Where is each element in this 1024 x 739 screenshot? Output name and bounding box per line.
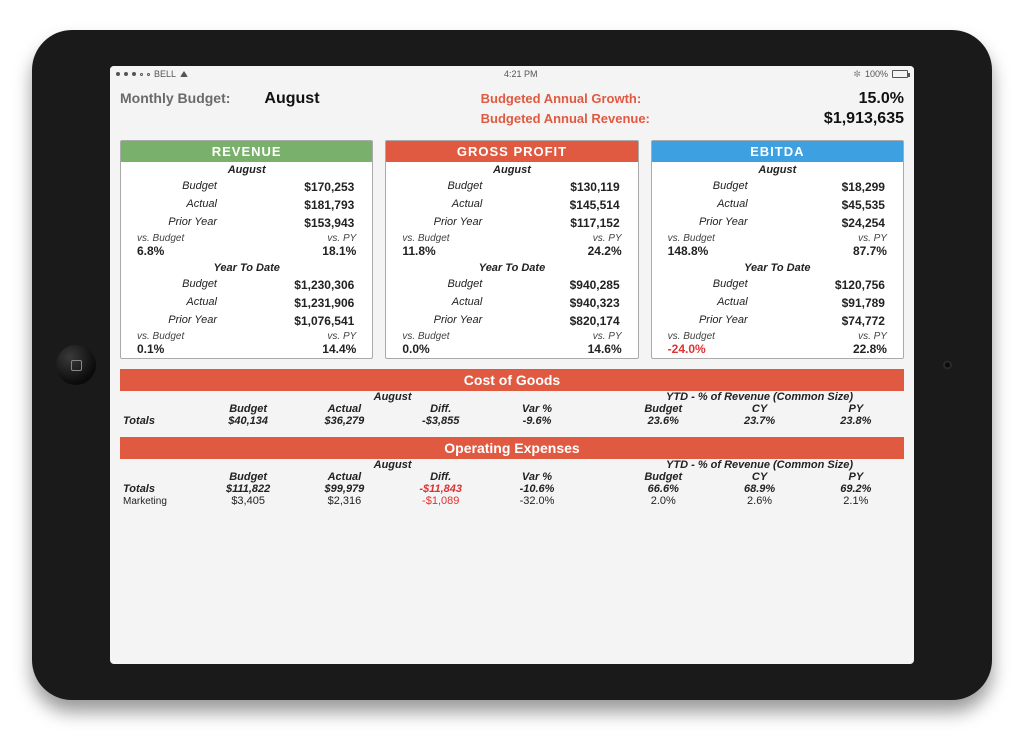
gp-y-actual: $940,323	[570, 296, 620, 310]
annual-revenue-label: Budgeted Annual Revenue:	[481, 111, 650, 126]
opex-banner: Operating Expenses	[120, 437, 904, 459]
gp-y-py: $820,174	[570, 314, 620, 328]
rev-m-vbudget: 6.8%	[137, 244, 164, 258]
rev-y-actual: $1,231,906	[294, 296, 354, 310]
screen: BELL 4:21 PM ✼ 100% Monthly Budget: Augu…	[110, 66, 914, 664]
eb-m-vbudget: 148.8%	[668, 244, 709, 258]
opex-columns: Budget Actual Diff. Var % Budget CY PY	[120, 471, 904, 483]
bluetooth-icon: ✼	[853, 69, 861, 80]
carrier: BELL	[154, 69, 176, 79]
cogs-cy: 23.7%	[711, 415, 807, 427]
gp-m-actual: $145,514	[570, 198, 620, 212]
annual-revenue-value: $1,913,635	[824, 110, 904, 128]
gp-y-vbudget: 0.0%	[402, 342, 429, 356]
rev-y-vpy: 14.4%	[322, 342, 356, 356]
cogs-budget: $40,134	[200, 415, 296, 427]
summary-cards: REVENUE August Budget$170,253 Actual$181…	[120, 140, 904, 359]
month-value: August	[264, 90, 319, 108]
status-time: 4:21 PM	[504, 69, 538, 79]
eb-y-vbudget: -24.0%	[668, 342, 706, 356]
opex-cy: 68.9%	[711, 483, 807, 495]
ipad-frame: BELL 4:21 PM ✼ 100% Monthly Budget: Augu…	[32, 30, 992, 700]
opex-diff: -$11,843	[393, 483, 489, 495]
card-period: August	[121, 162, 372, 178]
rev-m-vpy: 18.1%	[322, 244, 356, 258]
battery-icon	[892, 70, 908, 78]
opex-row-marketing: Marketing $3,405 $2,316 -$1,089 -32.0% 2…	[120, 495, 904, 507]
eb-y-budget: $120,756	[835, 278, 885, 292]
cogs-py: 23.8%	[808, 415, 904, 427]
opex-budget: $111,822	[200, 483, 296, 495]
opex-b2: 66.6%	[615, 483, 711, 495]
page-title: Monthly Budget:	[120, 90, 230, 106]
cogs-banner: Cost of Goods	[120, 369, 904, 391]
card-ebitda-title: EBITDA	[652, 141, 903, 162]
eb-m-actual: $45,535	[842, 198, 885, 212]
status-bar: BELL 4:21 PM ✼ 100%	[110, 66, 914, 82]
cogs-b2: 23.6%	[615, 415, 711, 427]
growth-value: 15.0%	[859, 90, 904, 108]
cogs-var: -9.6%	[489, 415, 585, 427]
card-ebitda: EBITDA August Budget$18,299 Actual$45,53…	[651, 140, 904, 359]
opex-totals-row: Totals $111,822 $99,979 -$11,843 -10.6% …	[120, 483, 904, 495]
page-header: Monthly Budget: August Budgeted Annual G…	[120, 90, 904, 128]
gp-m-py: $117,152	[570, 216, 619, 230]
gp-m-vpy: 24.2%	[588, 244, 622, 258]
eb-m-py: $24,254	[842, 216, 885, 230]
growth-label: Budgeted Annual Growth:	[481, 91, 642, 106]
wifi-icon	[180, 71, 188, 77]
opex-header-groups: August YTD - % of Revenue (Common Size)	[120, 459, 904, 471]
gp-y-budget: $940,285	[570, 278, 620, 292]
rev-m-budget: $170,253	[304, 180, 354, 194]
card-revenue-title: REVENUE	[121, 141, 372, 162]
cogs-header-groups: August YTD - % of Revenue (Common Size)	[120, 391, 904, 403]
camera-dot	[943, 361, 952, 370]
card-gross-profit: GROSS PROFIT August Budget$130,119 Actua…	[385, 140, 638, 359]
rev-m-py: $153,943	[304, 216, 354, 230]
rev-y-vbudget: 0.1%	[137, 342, 164, 356]
eb-m-budget: $18,299	[842, 180, 885, 194]
card-gp-title: GROSS PROFIT	[386, 141, 637, 162]
rev-m-actual: $181,793	[304, 198, 354, 212]
eb-y-py: $74,772	[842, 314, 885, 328]
eb-m-vpy: 87.7%	[853, 244, 887, 258]
eb-y-vpy: 22.8%	[853, 342, 887, 356]
gp-y-vpy: 14.6%	[588, 342, 622, 356]
rev-y-budget: $1,230,306	[294, 278, 354, 292]
opex-py: 69.2%	[808, 483, 904, 495]
home-button[interactable]	[56, 345, 96, 385]
gp-m-vbudget: 11.8%	[402, 244, 435, 258]
opex-var: -10.6%	[489, 483, 585, 495]
card-revenue: REVENUE August Budget$170,253 Actual$181…	[120, 140, 373, 359]
cogs-actual: $36,279	[296, 415, 392, 427]
opex-actual: $99,979	[296, 483, 392, 495]
rev-y-py: $1,076,541	[294, 314, 354, 328]
battery-pct: 100%	[865, 69, 888, 79]
gp-m-budget: $130,119	[570, 180, 619, 194]
eb-y-actual: $91,789	[842, 296, 885, 310]
cogs-totals-row: Totals $40,134 $36,279 -$3,855 -9.6% 23.…	[120, 415, 904, 427]
cogs-diff: -$3,855	[393, 415, 489, 427]
cogs-columns: Budget Actual Diff. Var % Budget CY PY	[120, 403, 904, 415]
